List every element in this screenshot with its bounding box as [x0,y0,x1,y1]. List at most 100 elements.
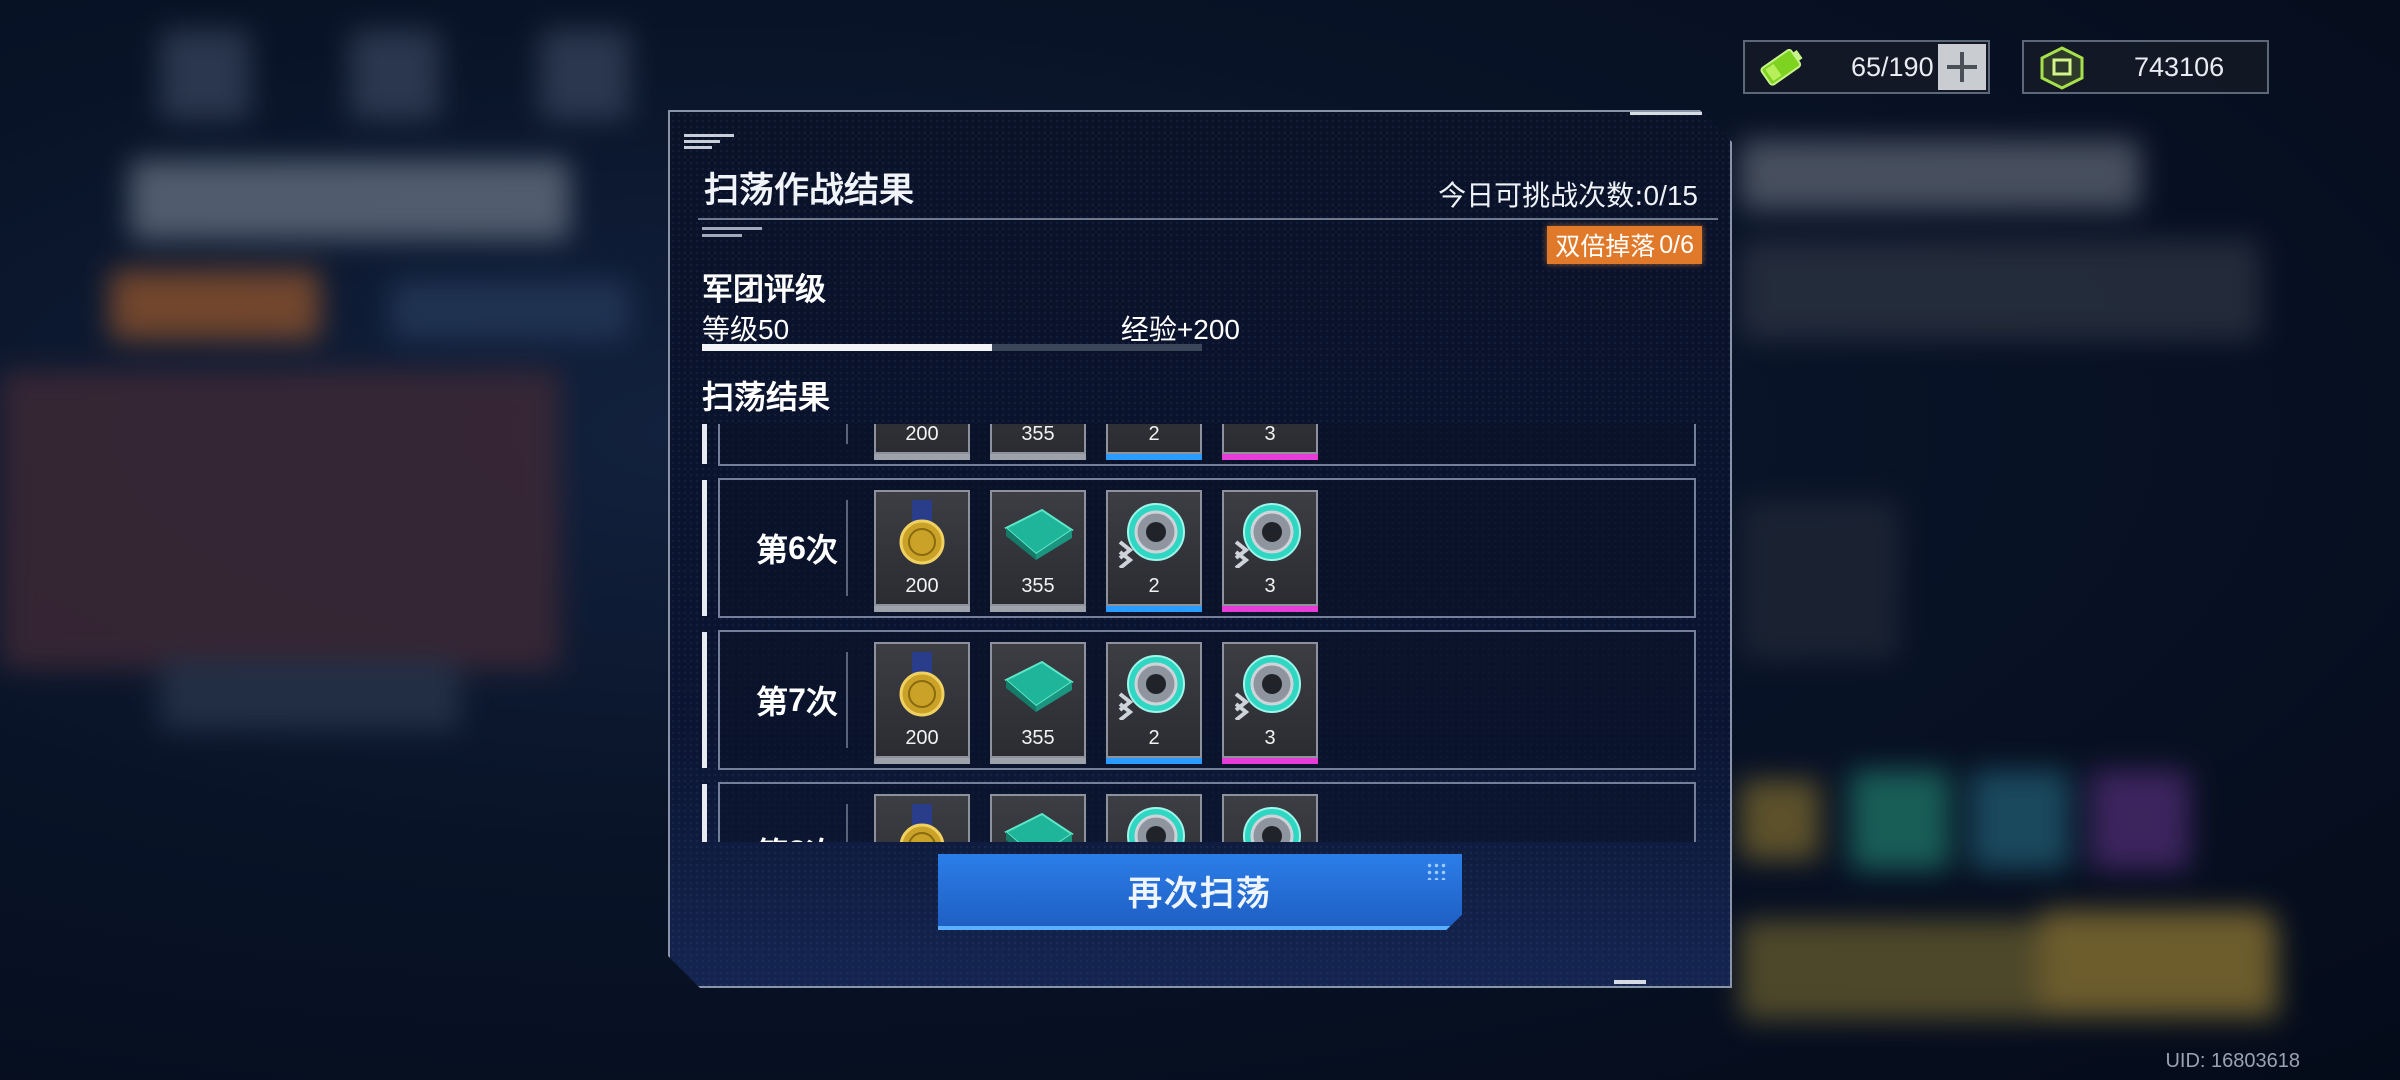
rarity-edge [1222,454,1318,460]
reward-count: 3 [1264,727,1276,749]
rarity-edge [990,606,1086,612]
challenges-value: 0/15 [1643,180,1699,211]
level-value: 50 [758,314,790,345]
sweep-row: 第 7 次 200 355 2 3 [702,630,1696,770]
dialog-logo-mark [684,134,734,152]
exp-value: +200 [1176,314,1240,345]
reward-item-gear[interactable]: 2 [1106,424,1202,460]
medal-icon [882,498,962,568]
gear-icon [1114,498,1194,570]
reward-item-cloth[interactable]: 355 [990,794,1086,842]
coin-value: 743106 [2134,51,2225,82]
rarity-edge [1222,758,1318,764]
reward-count: 200 [905,575,939,597]
row-bracket [702,480,715,616]
row-label-prefix: 第 [756,829,788,842]
challenges-label: 今日可挑战次数: [1438,179,1644,212]
rarity-edge [874,454,970,460]
sweep-row-label: 第7次 [742,632,852,768]
add-energy-button[interactable] [1938,44,1986,90]
daily-challenges: 今日可挑战次数:0/15 [1438,174,1698,214]
sweep-results-title: 扫荡结果 [702,378,831,416]
exp-progress-fill [702,344,992,351]
row-label-number: 6 [788,529,806,566]
energy-counter: 65/190 [1743,40,1990,94]
reward-count: 200 [905,424,939,445]
decor-tag [702,227,762,251]
exp-label: 经验 [1120,313,1177,346]
reward-item-gear[interactable]: 2 [1106,490,1202,612]
row-divider [846,424,848,444]
rarity-edge [874,758,970,764]
exp-text: 经验+200 [1066,308,1240,348]
energy-battery-icon [1760,48,1803,86]
energy-value: 65/190 [1851,51,1934,82]
gear-icon [1230,498,1310,570]
button-dots-decor [1426,862,1448,880]
corner-accent [1630,112,1702,115]
gear-icon [1230,802,1310,842]
row-label-prefix: 第 [756,683,789,721]
reward-count: 2 [1148,424,1160,445]
sweep-again-button[interactable]: 再次扫荡 [938,854,1462,930]
reward-count: 2 [1148,575,1160,597]
gear-icon [1114,650,1194,722]
row-bracket [702,784,715,842]
reward-item-gear[interactable]: 3 [1222,642,1318,764]
reward-item-medal[interactable]: 200 [874,490,970,612]
row-label-suffix: 次 [805,683,838,721]
row-divider [846,652,848,748]
double-drop-label: 双倍掉落 [1555,232,1656,261]
reward-item-cloth[interactable]: 355 [990,642,1086,764]
reward-item-gear[interactable]: 2 [1106,642,1202,764]
cloth-icon [998,498,1078,568]
exp-progress-bar [702,344,1202,351]
row-label-suffix: 次 [805,531,838,569]
legion-rating-label: 军团评级 [702,272,826,308]
reward-item-medal[interactable]: 200 [874,794,970,842]
gear-icon [1114,802,1194,842]
sweep-results-scroll: 第5次20035523第6次20035523第7次20035523第8次2003… [700,424,1704,842]
reward-item-medal[interactable]: 200 [874,642,970,764]
header-divider [698,218,1718,220]
sweep-row-label: 第5次 [742,424,852,464]
sweep-results-list[interactable]: 第5次20035523第6次20035523第7次20035523第8次2003… [700,424,1704,842]
cloth-icon [998,650,1078,720]
coin-counter: 743106 [2022,40,2269,94]
rarity-edge [1222,606,1318,612]
reward-count: 200 [905,727,939,749]
rarity-edge [874,606,970,612]
medal-icon [882,802,962,842]
bottom-accent [1614,980,1646,984]
reward-item-cloth[interactable]: 355 [990,490,1086,612]
row-label-suffix: 次 [806,829,838,842]
reward-count: 2 [1148,727,1160,749]
level-text: 等级50 [702,308,789,348]
reward-item-gear[interactable]: 3 [1222,490,1318,612]
sweep-row-label: 第8次 [742,784,852,843]
row-label-number: 7 [788,681,806,718]
rarity-edge [1106,606,1202,612]
cloth-icon [998,802,1078,842]
reward-item-gear[interactable]: 3 [1222,424,1318,460]
row-bracket [702,632,715,768]
reward-item-gear[interactable]: 3 [1222,794,1318,842]
rarity-edge [1106,454,1202,460]
rarity-edge [1106,758,1202,764]
dialog-title: 扫荡作战结果 [704,171,915,211]
reward-count: 355 [1021,424,1055,445]
uid-label: UID: 16803618 [2165,1050,2300,1072]
sweep-row: 第8次 200 355 23 [702,782,1696,843]
reward-item-medal[interactable]: 200 [874,424,970,460]
row-label-prefix: 第 [756,531,789,569]
sweep-again-label: 再次扫荡 [1128,873,1272,914]
row-label-number: 8 [788,834,806,843]
reward-item-gear[interactable]: 2 [1106,794,1202,842]
reward-count: 355 [1021,727,1055,749]
rarity-edge [990,758,1086,764]
currency-chip-icon [2040,46,2084,90]
reward-item-cloth[interactable]: 355 [990,424,1086,460]
double-drop-badge: 双倍掉落 0/6 [1547,226,1702,264]
sweep-row: 第5次 200 355 2 3 [702,424,1696,466]
level-label: 等级 [702,313,759,346]
